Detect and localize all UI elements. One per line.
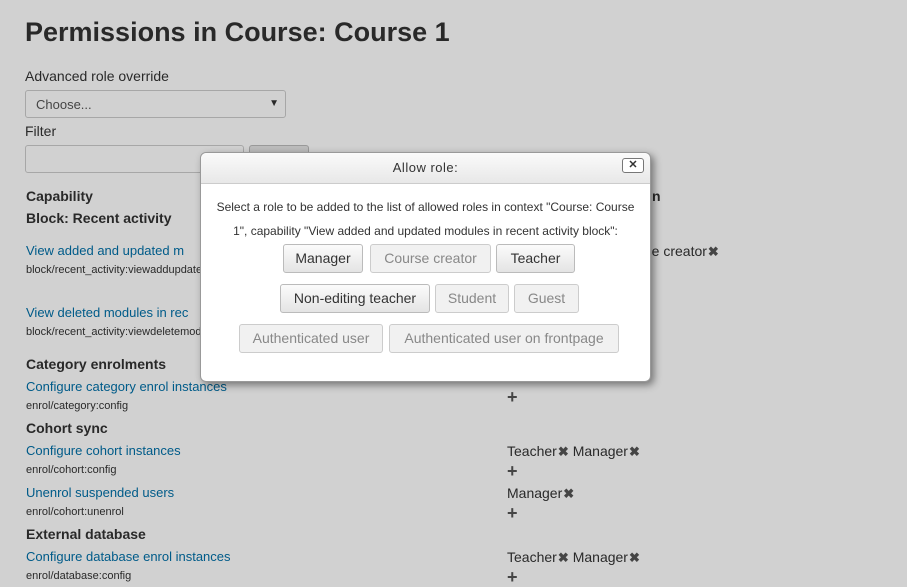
dialog-title: Allow role: xyxy=(392,160,459,175)
role-guest-button: Guest xyxy=(514,284,579,313)
role-non-editing-teacher-button[interactable]: Non-editing teacher xyxy=(280,284,430,313)
role-authenticated-user-button: Authenticated user xyxy=(239,324,383,353)
role-teacher-button[interactable]: Teacher xyxy=(496,244,575,273)
dialog-message: Select a role to be added to the list of… xyxy=(216,200,635,238)
role-course-creator-button: Course creator xyxy=(370,244,491,273)
close-icon[interactable]: ✕ xyxy=(622,158,644,173)
dialog-header: Allow role: ✕ xyxy=(201,153,650,184)
role-manager-button[interactable]: Manager xyxy=(283,244,363,273)
role-authenticated-frontpage-button: Authenticated user on frontpage xyxy=(389,324,619,353)
allow-role-dialog: Allow role: ✕ Select a role to be added … xyxy=(200,152,651,382)
role-student-button: Student xyxy=(435,284,509,313)
